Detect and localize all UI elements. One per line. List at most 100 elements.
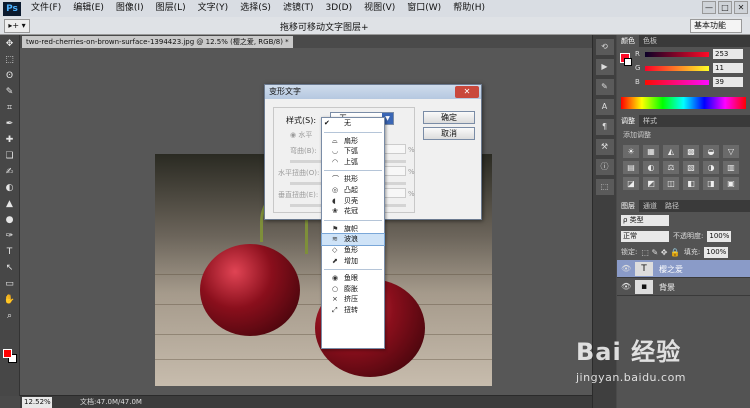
- menu-item[interactable]: 图像(I): [110, 0, 150, 17]
- r-value-field[interactable]: 253: [713, 49, 743, 59]
- adjustment-icon[interactable]: ⚖: [663, 161, 679, 174]
- layer-row[interactable]: 👁 T 樱之爱: [617, 260, 750, 278]
- tool-icon[interactable]: ✎: [2, 85, 18, 99]
- layer-row[interactable]: 👁 ▪ 背景: [617, 278, 750, 296]
- lock-icons[interactable]: ⬚ ✎ ✥ 🔒: [641, 248, 680, 257]
- menu-item[interactable]: 滤镜(T): [277, 0, 320, 17]
- tool-icon[interactable]: ✑: [2, 229, 18, 243]
- tab-swatches[interactable]: 色板: [639, 35, 661, 47]
- menu-item[interactable]: 文字(Y): [192, 0, 235, 17]
- adjustment-icon[interactable]: ◒: [703, 145, 719, 158]
- menu-item[interactable]: 图层(L): [150, 0, 192, 17]
- dropdown-option[interactable]: ⌒ 拱形: [322, 174, 384, 185]
- tab-channels[interactable]: 通道: [639, 200, 661, 212]
- menu-item[interactable]: 文件(F): [25, 0, 67, 17]
- paragraph-icon[interactable]: ¶: [595, 119, 614, 135]
- adjustment-icon[interactable]: ◫: [663, 177, 679, 190]
- ok-button[interactable]: 确定: [423, 111, 475, 124]
- eye-icon[interactable]: 👁: [621, 282, 631, 291]
- tab-styles[interactable]: 样式: [639, 115, 661, 127]
- menu-item[interactable]: 视图(V): [358, 0, 401, 17]
- tool-icon[interactable]: ✍: [2, 165, 18, 179]
- tool-icon[interactable]: ↖: [2, 261, 18, 275]
- color-spectrum[interactable]: [621, 97, 746, 109]
- brush-panel-icon[interactable]: ✎: [595, 79, 614, 95]
- tool-icon[interactable]: ▲: [2, 197, 18, 211]
- foreground-color-swatch[interactable]: [3, 349, 12, 358]
- tab-adjustments[interactable]: 调整: [617, 115, 639, 127]
- adjustment-icon[interactable]: ▧: [683, 161, 699, 174]
- tool-icon[interactable]: ✒: [2, 117, 18, 131]
- close-window-button[interactable]: ✕: [734, 1, 748, 14]
- adjustment-icon[interactable]: ▦: [643, 145, 659, 158]
- dropdown-option[interactable]: ◠ 上弧: [322, 157, 384, 168]
- tool-icon[interactable]: ⌕: [2, 309, 18, 323]
- document-info[interactable]: 文档:47.0M/47.0M: [80, 397, 142, 408]
- tab-color[interactable]: 颜色: [617, 35, 639, 47]
- menu-item[interactable]: 选择(S): [234, 0, 277, 17]
- g-value-field[interactable]: 11: [713, 63, 743, 73]
- adjustment-icon[interactable]: ◪: [623, 177, 639, 190]
- eye-icon[interactable]: 👁: [621, 264, 631, 273]
- adjustment-icon[interactable]: ▣: [723, 177, 739, 190]
- character-icon[interactable]: A: [595, 99, 614, 115]
- menu-item[interactable]: 3D(D): [319, 0, 358, 17]
- r-slider[interactable]: [645, 52, 709, 57]
- menu-item[interactable]: 窗口(W): [401, 0, 447, 17]
- minimize-button[interactable]: —: [702, 1, 716, 14]
- adjustment-icon[interactable]: ◑: [703, 161, 719, 174]
- adjustment-icon[interactable]: ▽: [723, 145, 739, 158]
- adjustment-icon[interactable]: ◐: [643, 161, 659, 174]
- zoom-field[interactable]: 12.52%: [22, 397, 52, 408]
- dropdown-option[interactable]: ◎ 凸起: [322, 185, 384, 196]
- document-tab[interactable]: two-red-cherries-on-brown-surface-139442…: [22, 36, 293, 48]
- adjustment-icon[interactable]: ◨: [703, 177, 719, 190]
- menu-item[interactable]: 帮助(H): [447, 0, 491, 17]
- tab-layers[interactable]: 图层: [617, 200, 639, 212]
- dialog-close-button[interactable]: ✕: [455, 86, 479, 98]
- maximize-button[interactable]: □: [718, 1, 732, 14]
- dropdown-option[interactable]: ✔ 无: [322, 118, 384, 129]
- dropdown-option[interactable]: ⚑ 旗帜: [322, 224, 384, 235]
- opacity-field[interactable]: 100%: [707, 230, 732, 242]
- adjustment-icon[interactable]: ▤: [623, 161, 639, 174]
- dropdown-option[interactable]: ≋ 波浪: [321, 233, 385, 246]
- dropdown-option[interactable]: ⌓ 扇形: [322, 136, 384, 147]
- tool-presets-icon[interactable]: ⚒: [595, 139, 614, 155]
- adjustment-icon[interactable]: ▥: [723, 161, 739, 174]
- tool-icon[interactable]: ✋: [2, 293, 18, 307]
- g-slider[interactable]: [645, 66, 709, 71]
- fill-field[interactable]: 100%: [704, 246, 729, 258]
- tool-preset-picker[interactable]: ▸+ ▾: [4, 19, 30, 33]
- dropdown-option[interactable]: ⤢ 扭转: [322, 305, 384, 316]
- tool-icon[interactable]: ▭: [2, 277, 18, 291]
- tool-icon[interactable]: ✚: [2, 133, 18, 147]
- dropdown-option[interactable]: ○ 膨胀: [322, 284, 384, 295]
- blend-mode-select[interactable]: 正常: [621, 230, 669, 242]
- cancel-button[interactable]: 取消: [423, 127, 475, 140]
- tool-icon[interactable]: ●: [2, 213, 18, 227]
- dropdown-option[interactable]: ◇ 鱼形: [322, 245, 384, 256]
- dropdown-option[interactable]: ⬈ 增加: [322, 256, 384, 267]
- b-slider[interactable]: [645, 80, 709, 85]
- layer-filter-select[interactable]: ρ 类型: [621, 214, 669, 226]
- adjustment-icon[interactable]: ▩: [683, 145, 699, 158]
- tool-icon[interactable]: ✥: [2, 37, 18, 51]
- dropdown-option[interactable]: ⨯ 挤压: [322, 294, 384, 305]
- dropdown-option[interactable]: ❀ 花冠: [322, 206, 384, 217]
- workspace-select[interactable]: 基本功能: [690, 19, 742, 33]
- tool-icon[interactable]: ❏: [2, 149, 18, 163]
- dropdown-option[interactable]: ◡ 下弧: [322, 146, 384, 157]
- tool-icon[interactable]: ⌗: [2, 101, 18, 115]
- adjustment-icon[interactable]: ◧: [683, 177, 699, 190]
- tool-icon[interactable]: ʘ: [2, 69, 18, 83]
- navigator-icon[interactable]: ⬚: [595, 179, 614, 195]
- menu-item[interactable]: 编辑(E): [67, 0, 110, 17]
- tool-icon[interactable]: ◐: [2, 181, 18, 195]
- adjustment-icon[interactable]: ◭: [663, 145, 679, 158]
- dropdown-option[interactable]: ◉ 鱼眼: [322, 273, 384, 284]
- b-value-field[interactable]: 39: [713, 77, 743, 87]
- adjustment-icon[interactable]: ☀: [623, 145, 639, 158]
- orientation-radio[interactable]: ◉ 水平: [290, 130, 312, 140]
- info-icon[interactable]: ⓘ: [595, 159, 614, 175]
